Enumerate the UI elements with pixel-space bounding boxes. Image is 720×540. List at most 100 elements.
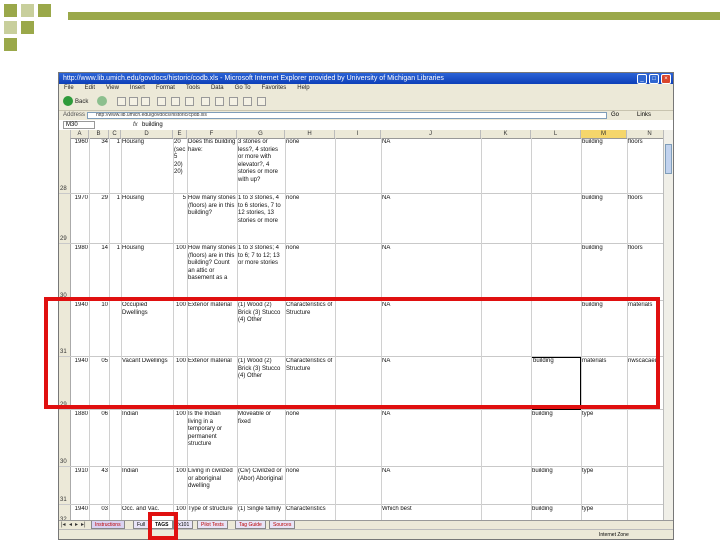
cell-page[interactable]: 03: [89, 506, 109, 514]
column-header[interactable]: C: [109, 130, 121, 138]
cell-question[interactable]: Type of structure: [187, 506, 237, 514]
cell-sample[interactable]: 100: [173, 411, 187, 419]
formula-input[interactable]: building: [142, 120, 163, 130]
cell-sample[interactable]: 100: [173, 245, 187, 253]
menu-tools[interactable]: Tools: [186, 84, 200, 93]
first-sheet-icon[interactable]: |◂: [61, 522, 66, 529]
row-header[interactable]: 32: [59, 505, 71, 520]
cell-question[interactable]: Living in civilized or aboriginal dwelli…: [187, 468, 237, 491]
mail-icon[interactable]: [201, 97, 210, 106]
cell-year[interactable]: 1910: [71, 468, 89, 476]
menu-format[interactable]: Format: [156, 84, 175, 93]
column-header[interactable]: A: [71, 130, 89, 138]
cell-sample[interactable]: 5: [173, 195, 187, 203]
cell-c[interactable]: 1: [109, 195, 121, 203]
column-header[interactable]: J: [381, 130, 481, 138]
sheet-tab-pilot-tests[interactable]: Pilot Tests: [197, 521, 228, 529]
cell-question[interactable]: Is the Indian living in a temporary or p…: [187, 411, 237, 449]
messenger-icon[interactable]: [257, 97, 266, 106]
print-icon[interactable]: [215, 97, 224, 106]
cell-responses[interactable]: (Civ) Civilized or (Abor) Aboriginal: [237, 468, 285, 483]
sheet-tab-full[interactable]: Full: [133, 521, 150, 529]
cell-tag[interactable]: building: [581, 195, 627, 203]
cell-category[interactable]: none: [285, 139, 335, 147]
column-header[interactable]: D: [121, 130, 173, 138]
menu-view[interactable]: View: [106, 84, 119, 93]
column-header[interactable]: E: [173, 130, 187, 138]
column-header[interactable]: H: [285, 130, 335, 138]
maximize-button[interactable]: □: [649, 74, 659, 84]
cell-notes[interactable]: Which best: [381, 506, 481, 514]
links-button[interactable]: Links: [637, 111, 651, 120]
column-header[interactable]: O: [673, 130, 674, 138]
discuss-icon[interactable]: [243, 97, 252, 106]
cell-tag[interactable]: building: [531, 468, 581, 476]
cell-year[interactable]: 1960: [71, 139, 89, 147]
back-button[interactable]: Back: [63, 96, 88, 108]
cell-category[interactable]: none: [285, 411, 335, 419]
sheet-tab-instructions[interactable]: Instructions: [91, 521, 125, 529]
scrollbar-thumb[interactable]: [665, 144, 672, 174]
column-header[interactable]: G: [237, 130, 285, 138]
last-sheet-icon[interactable]: ▸|: [81, 522, 86, 529]
favorites-icon[interactable]: [171, 97, 180, 106]
menu-help[interactable]: Help: [297, 84, 309, 93]
menu-edit[interactable]: Edit: [85, 84, 95, 93]
cell-page[interactable]: 43: [89, 468, 109, 476]
cell-category[interactable]: Characteristics: [285, 506, 335, 514]
cell-sample[interactable]: 100: [173, 468, 187, 476]
cell-page[interactable]: 29: [89, 195, 109, 203]
row-header[interactable]: 30: [59, 410, 71, 466]
row-header[interactable]: 31: [59, 467, 71, 504]
cell-universe[interactable]: Housing: [121, 139, 173, 147]
close-button[interactable]: ×: [661, 74, 671, 84]
cell-page[interactable]: 06: [89, 411, 109, 419]
go-button[interactable]: Go: [611, 111, 619, 120]
cell-subtag[interactable]: type: [581, 411, 627, 419]
cell-responses[interactable]: 1 to 3 stories, 4 to 6 stories, 7 to 12 …: [237, 195, 285, 225]
stop-icon[interactable]: [117, 97, 126, 106]
name-box[interactable]: M30: [63, 121, 95, 129]
row-header[interactable]: 29: [59, 194, 71, 243]
cell-category[interactable]: none: [285, 245, 335, 253]
minimize-button[interactable]: _: [637, 74, 647, 84]
search-icon[interactable]: [157, 97, 166, 106]
cell-responses[interactable]: (1) Single family: [237, 506, 285, 514]
row-header[interactable]: 28: [59, 138, 71, 193]
cell-question[interactable]: Does this building have:: [187, 139, 237, 154]
menu-data[interactable]: Data: [211, 84, 224, 93]
cell-universe[interactable]: Indian: [121, 411, 173, 419]
menu-goto[interactable]: Go To: [235, 84, 251, 93]
vertical-scrollbar[interactable]: [663, 130, 673, 520]
cell-sample[interactable]: 20 (sec 5 20) 20): [173, 139, 187, 177]
cell-notes[interactable]: NA: [381, 468, 481, 476]
cell-year[interactable]: 1880: [71, 411, 89, 419]
cell-notes[interactable]: NA: [381, 411, 481, 419]
cell-c[interactable]: 1: [109, 139, 121, 147]
column-header[interactable]: F: [187, 130, 237, 138]
cell-page[interactable]: 34: [89, 139, 109, 147]
cell-subtag[interactable]: type: [581, 468, 627, 476]
menu-favorites[interactable]: Favorites: [262, 84, 287, 93]
cell-universe[interactable]: Housing: [121, 245, 173, 253]
cell-responses[interactable]: 1 to 3 stories; 4 to 6; 7 to 12; 13 or m…: [237, 245, 285, 268]
cell-question[interactable]: How many stories (floors) are in this bu…: [187, 245, 237, 283]
sheet-tab-tag-guide[interactable]: Tag Guide: [235, 521, 266, 529]
row-header[interactable]: 30: [59, 244, 71, 300]
cell-category[interactable]: none: [285, 468, 335, 476]
cell-tag[interactable]: building: [531, 506, 581, 514]
menu-file[interactable]: File: [64, 84, 74, 93]
forward-button[interactable]: [97, 96, 109, 108]
cell-year[interactable]: 1940: [71, 506, 89, 514]
refresh-icon[interactable]: [129, 97, 138, 106]
cell-subtag[interactable]: type: [581, 506, 627, 514]
column-header[interactable]: L: [531, 130, 581, 138]
prev-sheet-icon[interactable]: ◂: [69, 522, 72, 529]
address-input[interactable]: http://www.lib.umich.edu/govdocs/histori…: [87, 112, 607, 119]
edit-icon[interactable]: [229, 97, 238, 106]
cell-category[interactable]: none: [285, 195, 335, 203]
column-header[interactable]: B: [89, 130, 109, 138]
cell-page[interactable]: 14: [89, 245, 109, 253]
cell-responses[interactable]: Moveable or fixed: [237, 411, 285, 426]
cell-c[interactable]: 1: [109, 245, 121, 253]
